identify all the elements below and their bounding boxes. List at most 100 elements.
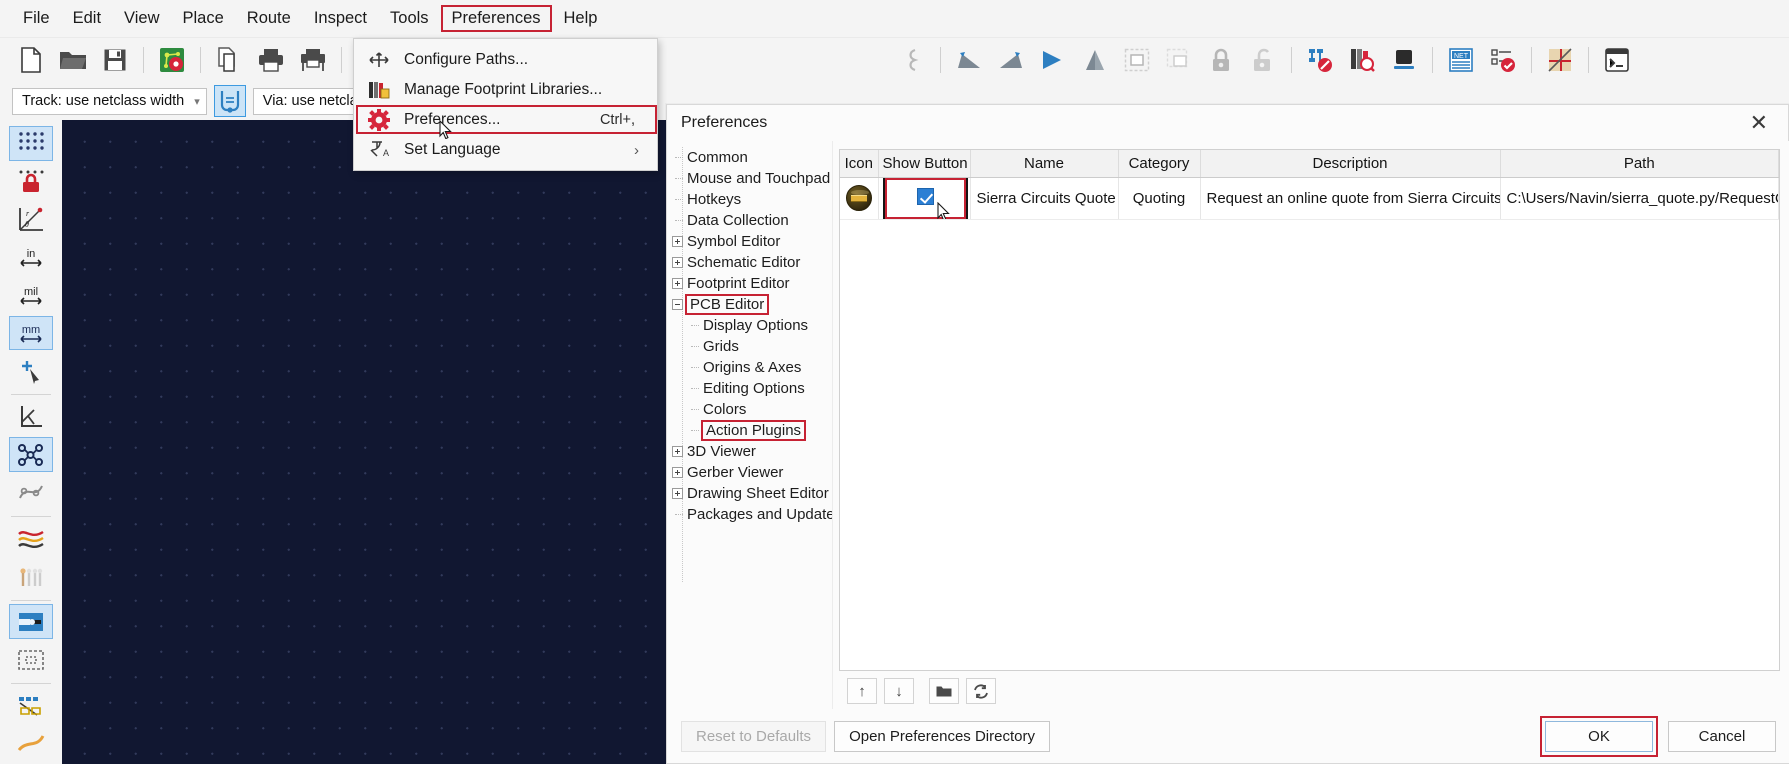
print-icon[interactable] xyxy=(252,42,290,78)
menu-item-preferences[interactable]: Preferences... Ctrl+, xyxy=(354,105,657,135)
cell-show-button[interactable] xyxy=(878,177,971,220)
board-setup-icon[interactable] xyxy=(153,42,191,78)
tree-expander-plus[interactable] xyxy=(671,441,685,462)
tree-expander-plus[interactable] xyxy=(671,273,685,294)
curved-ratsnest-icon[interactable] xyxy=(9,475,53,510)
tree-item-3d-viewer[interactable]: 3D Viewer xyxy=(671,441,832,462)
tree-item-colors[interactable]: Colors xyxy=(671,399,832,420)
cancel-button[interactable]: Cancel xyxy=(1668,720,1776,752)
show-button-checkbox[interactable] xyxy=(916,187,934,205)
tree-expander-plus[interactable] xyxy=(671,462,685,483)
tree-expander-minus[interactable] xyxy=(671,294,685,315)
tree-item-action-plugins[interactable]: Action Plugins xyxy=(671,420,832,441)
tree-item-mouse-and-touchpad[interactable]: Mouse and Touchpad xyxy=(671,168,832,189)
tree-expander-plus[interactable] xyxy=(671,231,685,252)
netlist-icon[interactable]: NET xyxy=(1442,42,1480,78)
plugins-grid: Icon Show Button Name Category Descripti… xyxy=(839,149,1780,671)
net-color-mode-icon[interactable] xyxy=(9,521,53,556)
move-down-button[interactable]: ↓ xyxy=(884,678,914,704)
menu-file[interactable]: File xyxy=(12,5,61,32)
tree-item-symbol-editor[interactable]: Symbol Editor xyxy=(671,231,832,252)
tree-item-data-collection[interactable]: Data Collection xyxy=(671,210,832,231)
menu-view[interactable]: View xyxy=(113,5,170,32)
track-width-settings-button[interactable] xyxy=(213,85,246,117)
track-width-combo[interactable]: Track: use netclass width ▾ xyxy=(12,87,207,115)
pcb-canvas[interactable] xyxy=(62,120,666,764)
flip-horizontal-icon[interactable] xyxy=(1034,42,1072,78)
menu-edit[interactable]: Edit xyxy=(62,5,112,32)
cursor-shape-icon[interactable] xyxy=(9,353,53,388)
tree-item-hotkeys[interactable]: Hotkeys xyxy=(671,189,832,210)
toggle-grid-icon[interactable] xyxy=(9,126,53,161)
column-header-show-button[interactable]: Show Button xyxy=(878,150,971,178)
tree-item-schematic-editor[interactable]: Schematic Editor xyxy=(671,252,832,273)
tree-item-packages-and-updates[interactable]: Packages and Updates xyxy=(671,504,832,525)
page-settings-icon[interactable] xyxy=(210,42,248,78)
preferences-tree[interactable]: Common Mouse and Touchpad Hotkeys Data C… xyxy=(667,141,833,711)
show-ratsnest-icon[interactable] xyxy=(9,437,53,473)
open-plugin-folder-button[interactable] xyxy=(929,678,959,704)
menu-help[interactable]: Help xyxy=(553,5,609,32)
tree-item-label: Action Plugins xyxy=(701,420,807,441)
tree-item-gerber-viewer[interactable]: Gerber Viewer xyxy=(671,462,832,483)
new-board-icon[interactable] xyxy=(12,42,50,78)
drc-icon[interactable] xyxy=(1484,42,1522,78)
plugins-toolbar: ↑ ↓ xyxy=(839,671,1780,711)
menu-item-manage-footprint-libraries[interactable]: Manage Footprint Libraries... xyxy=(354,75,657,105)
rotate-ccw-icon[interactable] xyxy=(950,42,988,78)
save-board-icon[interactable] xyxy=(96,42,134,78)
toggle-grid-override-icon[interactable] xyxy=(9,164,53,199)
footprint-editor-icon[interactable] xyxy=(1301,42,1339,78)
tree-expander-plus[interactable] xyxy=(671,483,685,504)
column-header-icon[interactable]: Icon xyxy=(840,150,879,178)
open-board-icon[interactable] xyxy=(54,42,92,78)
tree-item-footprint-editor[interactable]: Footprint Editor xyxy=(671,273,832,294)
tree-item-pcb-editor[interactable]: PCB Editor xyxy=(671,294,832,315)
text-sketch-mode-icon[interactable] xyxy=(9,726,53,761)
menu-item-configure-paths[interactable]: Configure Paths... xyxy=(354,45,657,75)
footprint-library-browser-icon[interactable] xyxy=(1343,42,1381,78)
menu-tools[interactable]: Tools xyxy=(379,5,440,32)
plot-icon[interactable] xyxy=(294,42,332,78)
mirror-icon[interactable] xyxy=(1076,42,1114,78)
units-mils-icon[interactable]: mil xyxy=(9,278,53,313)
svg-text:mm: mm xyxy=(22,324,40,336)
column-header-path[interactable]: Path xyxy=(1500,150,1779,178)
tree-item-editing-options[interactable]: Editing Options xyxy=(671,378,832,399)
units-inches-icon[interactable]: in xyxy=(9,240,53,275)
polar-coordinates-icon[interactable]: rθ xyxy=(9,202,53,237)
show-zones-filled-icon[interactable] xyxy=(9,604,53,640)
menu-place[interactable]: Place xyxy=(172,5,235,32)
rotate-cw-icon[interactable] xyxy=(992,42,1030,78)
measure-icon[interactable] xyxy=(1541,42,1579,78)
reload-plugins-button[interactable] xyxy=(966,678,996,704)
3d-viewer-icon[interactable] xyxy=(1385,42,1423,78)
tree-item-grids[interactable]: Grids xyxy=(671,336,832,357)
tree-item-display-options[interactable]: Display Options xyxy=(671,315,832,336)
move-up-button[interactable]: ↑ xyxy=(847,678,877,704)
column-header-description[interactable]: Description xyxy=(1200,150,1501,178)
menu-item-set-language[interactable]: A Set Language › xyxy=(354,135,657,165)
menu-route[interactable]: Route xyxy=(236,5,302,32)
column-header-name[interactable]: Name xyxy=(970,150,1119,178)
tree-item-drawing-sheet-editor[interactable]: Drawing Sheet Editor xyxy=(671,483,832,504)
ok-button[interactable]: OK xyxy=(1545,720,1653,752)
table-row[interactable]: Sierra Circuits Quote Quoting Request an… xyxy=(840,177,1779,220)
close-icon[interactable]: ✕ xyxy=(1742,110,1776,136)
footprint-sketch-mode-icon[interactable] xyxy=(9,688,53,723)
show-pads-icon[interactable] xyxy=(9,559,53,594)
show-zones-outline-icon[interactable] xyxy=(9,642,53,677)
menu-preferences[interactable]: Preferences xyxy=(440,5,552,32)
column-header-category[interactable]: Category xyxy=(1118,150,1201,178)
open-preferences-directory-button[interactable]: Open Preferences Directory xyxy=(834,720,1050,752)
tree-item-label: Data Collection xyxy=(687,212,789,229)
units-mm-icon[interactable]: mm xyxy=(9,315,53,351)
tree-expander-plus[interactable] xyxy=(671,252,685,273)
scripting-console-icon[interactable] xyxy=(1598,42,1636,78)
menu-inspect[interactable]: Inspect xyxy=(303,5,378,32)
ratsnest-mode-icon[interactable] xyxy=(9,399,53,434)
tree-item-common[interactable]: Common xyxy=(671,147,832,168)
tree-item-origins-and-axes[interactable]: Origins & Axes xyxy=(671,357,832,378)
